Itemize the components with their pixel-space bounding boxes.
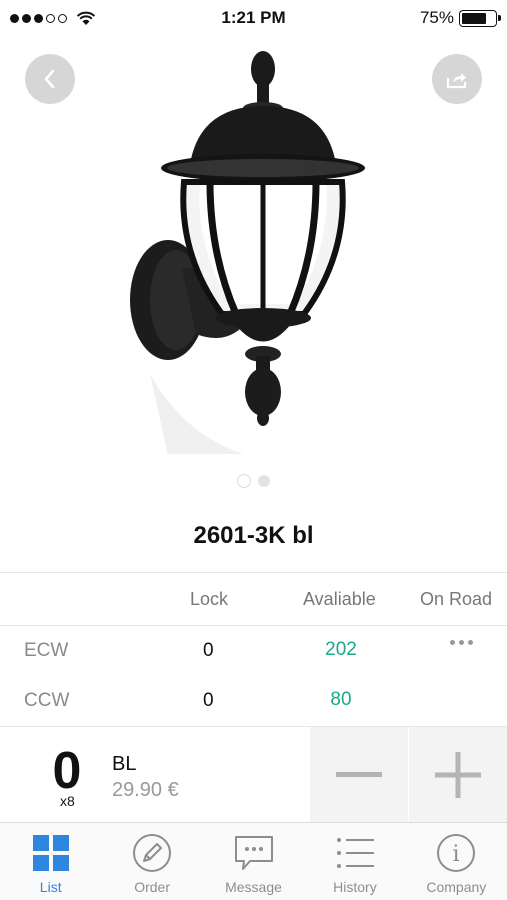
pen-icon xyxy=(133,834,172,872)
svg-text:i: i xyxy=(453,842,460,867)
stock-row-label: ECW xyxy=(24,640,69,661)
stock-lock-value: 0 xyxy=(203,640,214,661)
decrease-quantity-button[interactable] xyxy=(310,727,408,823)
share-button[interactable] xyxy=(432,54,482,104)
status-bar: 1:21 PM 75% xyxy=(0,0,507,36)
chevron-left-icon xyxy=(44,69,55,89)
pack-multiplier: x8 xyxy=(60,793,75,809)
back-button[interactable] xyxy=(25,54,75,104)
product-image-carousel[interactable] xyxy=(0,36,507,506)
list-icon xyxy=(336,838,374,868)
signal-strength-icon xyxy=(10,11,96,26)
stock-table-header: Lock Avaliable On Road xyxy=(0,572,507,626)
minus-icon xyxy=(336,772,382,777)
tab-company[interactable]: i Company xyxy=(406,823,507,900)
wifi-icon xyxy=(76,11,96,25)
tab-bar: List Order Message History i Company xyxy=(0,822,507,900)
tab-message[interactable]: Message xyxy=(203,823,304,900)
plus-icon xyxy=(435,752,481,798)
stock-available-value: 202 xyxy=(325,639,357,660)
product-title: 2601-3K bl xyxy=(193,522,314,549)
more-options-button[interactable] xyxy=(450,640,473,645)
grid-icon xyxy=(32,835,69,871)
item-price: 29.90 € xyxy=(112,779,179,801)
tab-list[interactable]: List xyxy=(0,823,101,900)
tab-label: Message xyxy=(225,879,282,895)
chat-icon xyxy=(234,836,273,870)
stock-available-value: 80 xyxy=(330,689,352,710)
carousel-pager xyxy=(0,475,507,487)
column-lock: Lock xyxy=(190,589,229,609)
item-code: BL xyxy=(112,753,137,775)
tab-label: List xyxy=(39,879,62,895)
increase-quantity-button[interactable] xyxy=(409,727,507,823)
quantity-value: 0 xyxy=(52,742,82,800)
pager-dot-active[interactable] xyxy=(237,475,250,487)
column-available: Avaliable xyxy=(303,589,376,609)
stock-row-ccw: CCW 0 80 xyxy=(0,676,507,726)
order-quantity-bar: 0 x8 BL 29.90 € xyxy=(0,726,507,823)
battery-indicator: 75% xyxy=(419,8,501,28)
battery-fill xyxy=(462,12,486,24)
stock-row-label: CCW xyxy=(24,690,70,711)
stock-row-ecw: ECW 0 202 xyxy=(0,626,507,676)
battery-icon xyxy=(459,9,501,27)
share-icon xyxy=(446,73,467,89)
info-icon: i xyxy=(437,834,476,872)
pager-dot[interactable] xyxy=(257,475,270,487)
tab-label: History xyxy=(333,879,377,895)
column-on-road: On Road xyxy=(420,589,493,609)
product-image xyxy=(130,51,365,454)
tab-label: Company xyxy=(426,879,487,895)
battery-percent: 75% xyxy=(419,8,454,27)
tab-label: Order xyxy=(134,879,170,895)
stock-lock-value: 0 xyxy=(203,690,214,711)
tab-history[interactable]: History xyxy=(304,823,405,900)
tab-order[interactable]: Order xyxy=(101,823,202,900)
